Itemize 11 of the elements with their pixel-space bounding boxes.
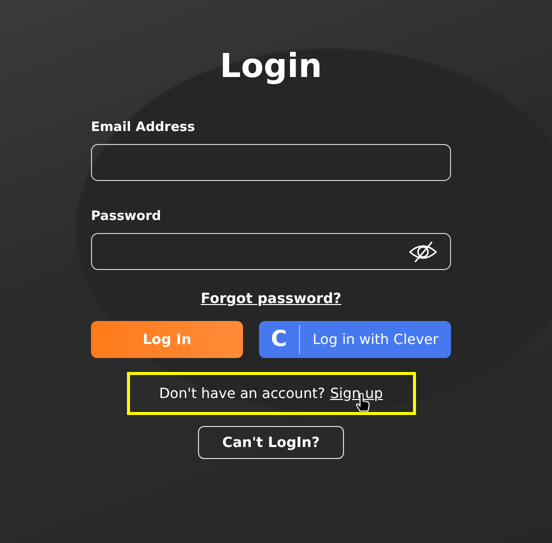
forgot-password-link[interactable]: Forgot password? (200, 291, 342, 307)
signup-link[interactable]: Sign up (330, 386, 383, 402)
field-label: Email Address (91, 120, 196, 136)
signup-prompt: Don't have an account? (159, 386, 326, 402)
hide-password-icon[interactable] (408, 240, 438, 262)
cant-login-button[interactable]: Can't LogIn? (198, 426, 344, 459)
field-label: Password (91, 209, 162, 225)
password-field[interactable] (91, 233, 451, 270)
page-title: Login (218, 45, 324, 87)
clever-login-button[interactable]: C Log in with Clever (259, 321, 451, 358)
email-field[interactable] (91, 144, 451, 181)
